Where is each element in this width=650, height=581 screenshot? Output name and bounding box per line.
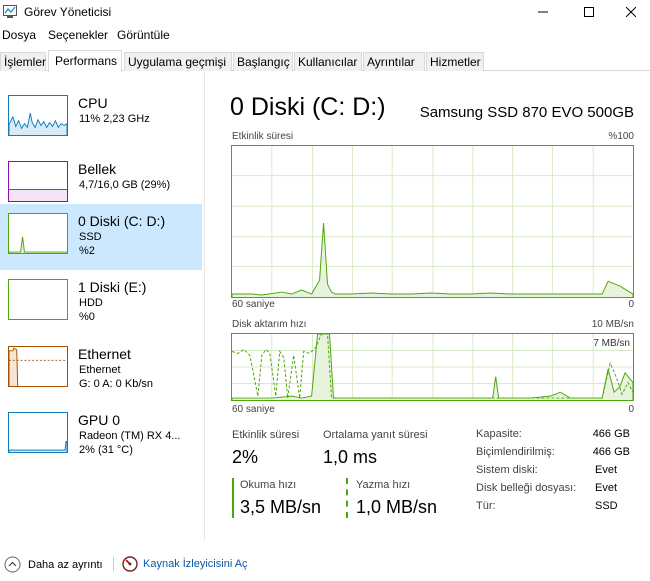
transfer-rate-graph-x-left: 60 saniye xyxy=(232,404,275,415)
chevron-up-circle-icon xyxy=(4,556,21,573)
disk1-thumbnail-graph xyxy=(8,279,68,320)
resource-cpu[interactable]: CPU 11% 2,23 GHz xyxy=(0,86,202,152)
prop-row: Disk belleği dosyası: Evet xyxy=(476,482,634,500)
prop-formatted-value: 466 GB xyxy=(592,446,630,458)
tab-bar: İşlemler Performans Uygulama geçmişi Baş… xyxy=(0,50,650,72)
prop-system-disk-value: Evet xyxy=(595,464,618,476)
disk0-thumbnail-graph xyxy=(8,213,68,254)
ethernet-adapter: Ethernet xyxy=(79,364,121,376)
resource-monitor-icon xyxy=(122,556,138,572)
tab-processes[interactable]: İşlemler xyxy=(0,52,46,71)
prop-row: Kapasite: 466 GB xyxy=(476,428,634,446)
ethernet-thumbnail-graph xyxy=(8,346,68,387)
window-title: Görev Yöneticisi xyxy=(24,5,112,19)
prop-capacity-value: 466 GB xyxy=(592,428,630,440)
resource-monitor-label: Kaynak İzleyicisini Aç xyxy=(143,558,248,570)
tab-performance[interactable]: Performans xyxy=(48,50,122,72)
transfer-rate-graph-x-right: 0 xyxy=(628,404,634,415)
transfer-rate-inner-label: 7 MB/sn xyxy=(593,338,630,349)
gpu-usage: 2% (31 °C) xyxy=(79,444,133,456)
read-speed-label: Okuma hızı xyxy=(240,479,297,491)
avg-response-label: Ortalama yanıt süresi xyxy=(323,429,428,441)
tab-details[interactable]: Ayrıntılar xyxy=(363,52,425,71)
memory-usage: 4,7/16,0 GB (29%) xyxy=(79,179,171,191)
task-manager-icon xyxy=(3,5,17,18)
prop-type-value: SSD xyxy=(595,500,618,512)
resource-list: CPU 11% 2,23 GHz Bellek 4,7/16,0 GB (29%… xyxy=(0,72,205,540)
disk-model: Samsung SSD 870 EVO 500GB xyxy=(419,104,634,121)
tab-users[interactable]: Kullanıcılar xyxy=(294,52,362,71)
ethernet-name: Ethernet xyxy=(78,346,131,362)
close-icon xyxy=(626,7,636,17)
read-speed-value: 3,5 MB/sn xyxy=(240,497,322,517)
tab-startup[interactable]: Başlangıç xyxy=(233,52,293,71)
disk-title: 0 Diski (C: D:) xyxy=(230,93,386,121)
disk1-type: HDD xyxy=(79,297,103,309)
active-time-graph xyxy=(231,145,634,298)
disk0-type: SSD xyxy=(79,231,102,243)
cpu-name: CPU xyxy=(78,95,108,111)
write-speed-label: Yazma hızı xyxy=(356,479,411,491)
transfer-rate-graph-label: Disk aktarım hızı xyxy=(232,319,307,330)
menu-file[interactable]: Dosya xyxy=(2,28,36,42)
less-details-button[interactable]: Daha az ayrıntı xyxy=(4,556,103,573)
close-button[interactable] xyxy=(612,0,650,24)
resource-disk-0[interactable]: 0 Diski (C: D:) SSD %2 xyxy=(0,204,202,270)
active-time-graph-x-right: 0 xyxy=(628,299,634,310)
prop-page-file-value: Evet xyxy=(595,482,618,494)
active-time-graph-max: %100 xyxy=(608,131,634,142)
minimize-icon xyxy=(538,11,548,13)
transfer-rate-graph-max: 10 MB/sn xyxy=(591,319,634,330)
open-resource-monitor-link[interactable]: Kaynak İzleyicisini Aç xyxy=(122,556,248,572)
tab-services[interactable]: Hizmetler xyxy=(426,52,484,71)
avg-response-value: 1,0 ms xyxy=(323,447,378,467)
prop-row: Biçimlendirilmiş: 466 GB xyxy=(476,446,634,464)
write-speed-indicator xyxy=(346,478,348,518)
prop-system-disk-label: Sistem diski: xyxy=(476,464,538,476)
read-speed-indicator xyxy=(232,478,234,518)
footer: Daha az ayrıntı Kaynak İzleyicisini Aç xyxy=(0,548,650,578)
prop-row: Sistem diski: Evet xyxy=(476,464,634,482)
disk1-name: 1 Diski (E:) xyxy=(78,279,147,295)
disk0-usage: %2 xyxy=(79,245,95,257)
gpu-model: Radeon (TM) RX 4... xyxy=(79,430,181,442)
ethernet-throughput: G: 0 A: 0 Kb/sn xyxy=(79,378,153,390)
menu-view[interactable]: Görüntüle xyxy=(117,28,170,42)
active-time-label: Etkinlik süresi xyxy=(232,429,300,441)
less-details-label: Daha az ayrıntı xyxy=(28,558,103,571)
maximize-button[interactable] xyxy=(566,0,612,24)
footer-divider xyxy=(113,557,114,571)
prop-row: Tür: SSD xyxy=(476,500,634,518)
active-time-graph-x-left: 60 saniye xyxy=(232,299,275,310)
resource-gpu[interactable]: GPU 0 Radeon (TM) RX 4... 2% (31 °C) xyxy=(0,403,202,469)
write-speed-value: 1,0 MB/sn xyxy=(356,497,438,517)
title-bar: Görev Yöneticisi xyxy=(0,0,650,24)
disk0-name: 0 Diski (C: D:) xyxy=(78,213,166,229)
memory-thumbnail-graph xyxy=(8,161,68,202)
memory-name: Bellek xyxy=(78,161,117,177)
gpu-name: GPU 0 xyxy=(78,412,121,428)
disk1-usage: %0 xyxy=(79,311,95,323)
tab-app-history[interactable]: Uygulama geçmişi xyxy=(124,52,232,71)
prop-formatted-label: Biçimlendirilmiş: xyxy=(476,446,555,458)
maximize-icon xyxy=(584,7,594,17)
resource-ethernet[interactable]: Ethernet Ethernet G: 0 A: 0 Kb/sn xyxy=(0,337,202,403)
active-time-graph-label: Etkinlik süresi xyxy=(232,131,294,142)
cpu-thumbnail-graph xyxy=(8,95,68,136)
minimize-button[interactable] xyxy=(520,0,566,24)
prop-capacity-label: Kapasite: xyxy=(476,428,522,440)
active-time-value: 2% xyxy=(232,447,259,467)
menu-options[interactable]: Seçenekler xyxy=(48,28,108,42)
transfer-rate-graph xyxy=(231,333,634,401)
prop-type-label: Tür: xyxy=(476,500,496,512)
gpu-thumbnail-graph xyxy=(8,412,68,453)
prop-page-file-label: Disk belleği dosyası: xyxy=(476,482,577,494)
resource-disk-1[interactable]: 1 Diski (E:) HDD %0 xyxy=(0,270,202,336)
cpu-usage: 11% 2,23 GHz xyxy=(79,113,150,125)
disk-properties: Kapasite: 466 GB Biçimlendirilmiş: 466 G… xyxy=(476,428,634,518)
